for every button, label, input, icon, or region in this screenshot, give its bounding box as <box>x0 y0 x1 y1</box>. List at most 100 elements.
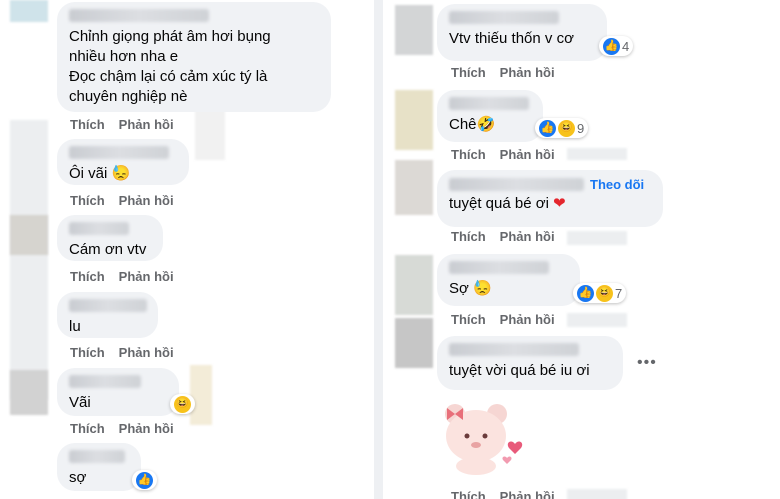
like-link[interactable]: Thích <box>70 345 105 360</box>
commenter-name[interactable] <box>69 299 147 312</box>
commenter-name[interactable] <box>449 97 529 110</box>
like-link[interactable]: Thích <box>451 229 486 244</box>
bear-sticker[interactable] <box>433 396 533 476</box>
bear-nose <box>471 442 481 448</box>
reply-link[interactable]: Phản hồi <box>119 345 174 360</box>
bear-body <box>456 457 496 475</box>
haha-icon: 😆 <box>596 284 613 302</box>
reaction-badge[interactable]: 😆 <box>170 394 195 414</box>
like-icon: 👍 <box>136 471 153 489</box>
bear-eye <box>464 433 470 439</box>
haha-icon: 😆 <box>558 119 575 137</box>
heart-icon: ❤ <box>553 195 566 212</box>
more-icon[interactable]: ••• <box>637 354 657 372</box>
comment-text: tuyệt quá bé ơi ❤ <box>449 194 651 214</box>
like-link[interactable]: Thích <box>451 489 486 499</box>
comment-text: Ôi vãi 😓 <box>69 165 131 182</box>
reply-link[interactable]: Phản hồi <box>119 193 174 208</box>
like-link[interactable]: Thích <box>70 421 105 436</box>
comment-actions: Thích Phản hồi <box>451 147 569 162</box>
comment-text: Sợ 😓 <box>449 280 492 297</box>
reaction-count: 7 <box>615 285 623 301</box>
reaction-count: 9 <box>577 120 585 136</box>
panel-divider <box>374 0 383 499</box>
comment-actions: Thích Phản hồi <box>451 489 569 499</box>
heart-icon <box>507 441 523 454</box>
haha-icon: 😆 <box>174 395 191 413</box>
comment-actions: Thích Phản hồi <box>70 117 188 132</box>
left-comment-panel: Chỉnh giọng phát âm hơi bụng nhiều hơn n… <box>0 0 372 499</box>
avatar <box>10 0 48 22</box>
avatar <box>10 215 48 255</box>
comment-text: Chỉnh giọng phát âm hơi bụng nhiều hơn n… <box>69 28 271 105</box>
comment-bubble: Cám ơn vtv <box>57 215 163 261</box>
comment-actions: Thích Phản hồi <box>451 229 569 244</box>
reaction-badge[interactable]: 👍 😆 7 <box>573 283 627 303</box>
reaction-count: 4 <box>622 38 630 54</box>
commenter-name[interactable] <box>69 375 141 388</box>
reply-link[interactable]: Phản hồi <box>119 117 174 132</box>
reply-link[interactable]: Phản hồi <box>500 312 555 327</box>
comment-actions: Thích Phản hồi <box>70 269 188 284</box>
reaction-badge[interactable]: 👍 😆 9 <box>535 118 589 138</box>
avatar <box>395 5 433 55</box>
reply-link[interactable]: Phản hồi <box>119 421 174 436</box>
comment-text: Vãi <box>69 394 91 411</box>
comment-bubble: tuyệt vời quá bé iu ơi <box>437 336 623 390</box>
like-link[interactable]: Thích <box>451 312 486 327</box>
reply-link[interactable]: Phản hồi <box>500 147 555 162</box>
comment-actions: Thích Phản hồi <box>70 345 188 360</box>
avatar <box>10 370 48 415</box>
comment-bubble: lu <box>57 292 158 338</box>
blur-patch <box>567 489 627 499</box>
reply-link[interactable]: Phản hồi <box>119 269 174 284</box>
comment-actions: Thích Phản hồi <box>451 312 569 327</box>
comment-text: Chê🤣 <box>449 116 496 133</box>
commenter-name[interactable] <box>69 146 169 159</box>
heart-icon <box>502 456 512 464</box>
comment-text: Cám ơn vtv <box>69 241 147 258</box>
comment-text: sợ <box>69 469 87 486</box>
comment-bubble: Chê🤣 <box>437 90 543 142</box>
comment-bubble: Theo dõi tuyệt quá bé ơi ❤ <box>437 170 663 227</box>
avatar <box>395 160 433 215</box>
reaction-badge[interactable]: 👍 <box>132 470 157 490</box>
commenter-name[interactable] <box>69 222 129 235</box>
commenter-name[interactable] <box>449 343 579 356</box>
commenter-name[interactable] <box>449 261 549 274</box>
avatar <box>395 318 433 368</box>
avatar <box>395 255 433 315</box>
reply-link[interactable]: Phản hồi <box>500 489 555 499</box>
comment-actions: Thích Phản hồi <box>451 65 569 80</box>
comment-actions: Thích Phản hồi <box>70 421 188 436</box>
comment-text: tuyệt vời quá bé iu ơi <box>449 362 590 379</box>
like-link[interactable]: Thích <box>70 117 105 132</box>
like-icon: 👍 <box>603 37 620 55</box>
like-icon: 👍 <box>539 119 556 137</box>
blur-patch <box>567 231 627 245</box>
blur-patch <box>567 148 627 160</box>
like-link[interactable]: Thích <box>451 65 486 80</box>
comment-text-body: tuyệt quá bé ơi <box>449 195 549 212</box>
like-icon: 👍 <box>577 284 594 302</box>
comment-text: lu <box>69 318 81 335</box>
like-link[interactable]: Thích <box>70 269 105 284</box>
reply-link[interactable]: Phản hồi <box>500 65 555 80</box>
comment-bubble: Chỉnh giọng phát âm hơi bụng nhiều hơn n… <box>57 2 331 112</box>
avatar <box>395 90 433 150</box>
comment-actions: Thích Phản hồi <box>70 193 188 208</box>
commenter-name[interactable] <box>449 11 559 24</box>
comment-bubble: Sợ 😓 <box>437 254 580 306</box>
blur-patch <box>190 365 212 425</box>
comment-bubble: Vãi <box>57 368 179 416</box>
commenter-name[interactable] <box>69 450 125 463</box>
commenter-name[interactable] <box>69 9 209 22</box>
comment-bubble: sợ <box>57 443 141 491</box>
commenter-name[interactable] <box>449 178 584 191</box>
bear-eye <box>482 433 488 439</box>
like-link[interactable]: Thích <box>70 193 105 208</box>
like-link[interactable]: Thích <box>451 147 486 162</box>
reply-link[interactable]: Phản hồi <box>500 229 555 244</box>
follow-link[interactable]: Theo dõi <box>590 177 644 192</box>
reaction-badge[interactable]: 👍 4 <box>599 36 634 56</box>
